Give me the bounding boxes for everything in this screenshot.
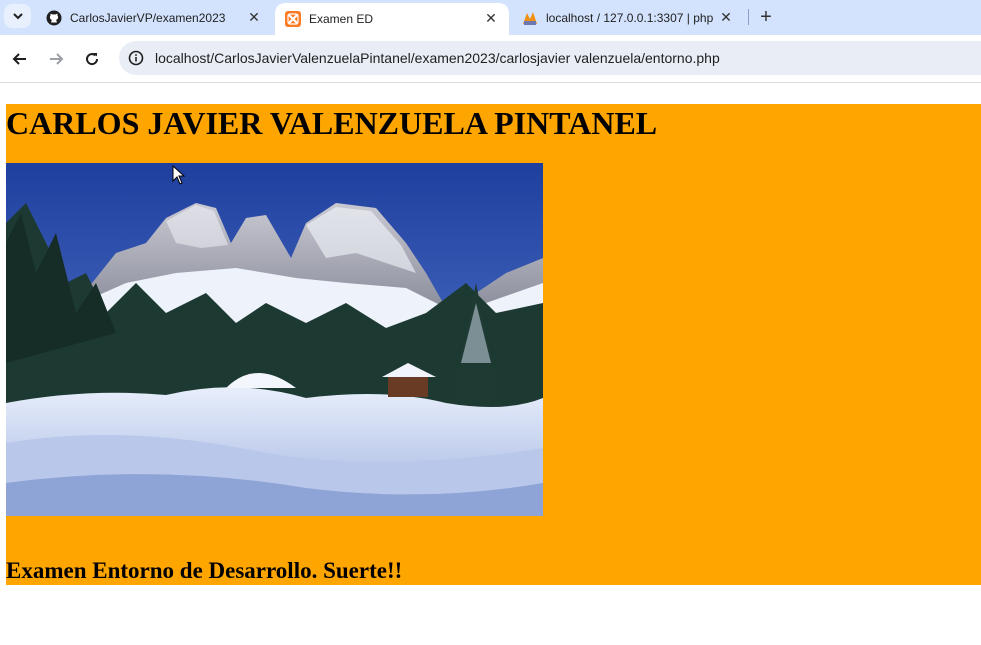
chevron-down-icon <box>12 13 23 20</box>
phpmyadmin-icon <box>522 10 538 26</box>
xampp-icon <box>285 11 301 27</box>
tab-github[interactable]: CarlosJavierVP/examen2023 ✕ <box>36 0 272 35</box>
back-icon[interactable] <box>8 47 32 71</box>
tab-examen-ed[interactable]: Examen ED ✕ <box>275 3 509 35</box>
page-subheading: Examen Entorno de Desarrollo. Suerte!! <box>6 558 403 583</box>
tab-separator <box>748 9 749 25</box>
url-text: localhost/CarlosJavierValenzuelaPintanel… <box>155 50 720 66</box>
info-icon[interactable] <box>127 49 145 67</box>
tab-title: localhost / 127.0.0.1:3307 | php <box>546 10 714 25</box>
page-content: CARLOS JAVIER VALENZUELA PINTANEL Examen… <box>6 104 981 585</box>
new-tab-icon[interactable]: + <box>754 5 778 29</box>
github-icon <box>46 10 62 26</box>
address-bar[interactable]: localhost/CarlosJavierValenzuelaPintanel… <box>119 41 981 75</box>
tab-title: Examen ED <box>309 12 374 26</box>
tab-search-button[interactable] <box>4 4 31 28</box>
browser-toolbar: localhost/CarlosJavierValenzuelaPintanel… <box>0 35 981 83</box>
tab-title: CarlosJavierVP/examen2023 <box>70 10 226 25</box>
close-icon[interactable]: ✕ <box>246 9 262 25</box>
mountain-photo <box>6 163 543 516</box>
tab-phpmyadmin[interactable]: localhost / 127.0.0.1:3307 | php ✕ <box>512 0 744 35</box>
mouse-cursor-icon <box>172 165 186 185</box>
tab-strip: CarlosJavierVP/examen2023 ✕ Examen ED ✕ … <box>0 0 981 35</box>
forward-icon[interactable] <box>44 47 68 71</box>
close-icon[interactable]: ✕ <box>718 9 734 25</box>
reload-icon[interactable] <box>80 47 104 71</box>
close-icon[interactable]: ✕ <box>483 10 499 26</box>
page-heading: CARLOS JAVIER VALENZUELA PINTANEL <box>6 105 658 141</box>
